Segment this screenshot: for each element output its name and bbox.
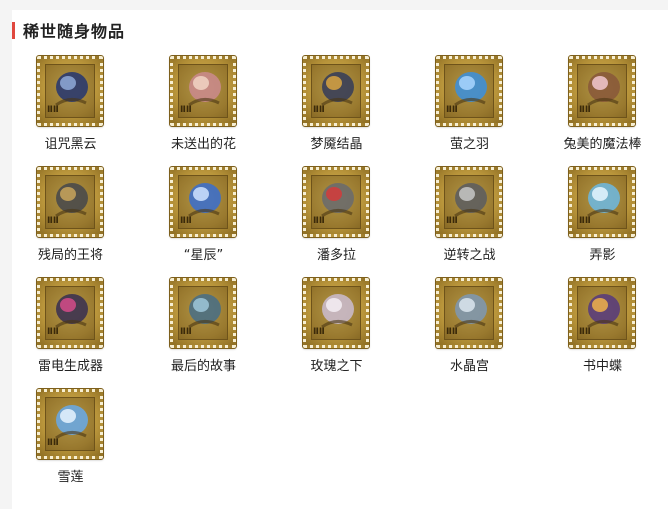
stamp-mark: ⅡⅡ xyxy=(180,216,192,226)
stamp-frame: ⅡⅡ xyxy=(568,277,636,349)
collectible-item[interactable]: ⅡⅡ 弄影 xyxy=(536,166,668,277)
stamp-frame: ⅡⅡ xyxy=(435,277,503,349)
title-accent-bar xyxy=(12,21,15,39)
stamp-frame: ⅡⅡ xyxy=(169,166,237,238)
stamp-mark: ⅡⅡ xyxy=(47,327,59,337)
item-label: 最后的故事 xyxy=(170,359,236,374)
stamp-frame: ⅡⅡ xyxy=(36,388,104,460)
item-label: 逆转之战 xyxy=(443,248,496,263)
item-label: 未送出的花 xyxy=(170,137,236,152)
stamp-mark: ⅡⅡ xyxy=(579,216,591,226)
stamp-frame: ⅡⅡ xyxy=(568,166,636,238)
collectible-item[interactable]: ⅡⅡ 兔美的魔法棒 xyxy=(536,55,668,166)
stamp-mark: ⅡⅡ xyxy=(313,216,325,226)
stamp-mark: ⅡⅡ xyxy=(446,327,458,337)
stamp-frame: ⅡⅡ xyxy=(302,166,370,238)
item-label: 书中蝶 xyxy=(582,359,622,374)
stamp-mark: ⅡⅡ xyxy=(313,105,325,115)
stamp-frame: ⅡⅡ xyxy=(36,277,104,349)
stamp-frame: ⅡⅡ xyxy=(435,55,503,127)
item-label: 萤之羽 xyxy=(449,137,489,152)
stamp-mark: ⅡⅡ xyxy=(47,216,59,226)
stamp-mark: ⅡⅡ xyxy=(313,327,325,337)
collectible-item[interactable]: ⅡⅡ “星辰” xyxy=(137,166,270,277)
item-label: “星辰” xyxy=(183,248,224,263)
collectible-item[interactable]: ⅡⅡ 逆转之战 xyxy=(403,166,536,277)
collectible-item[interactable]: ⅡⅡ 萤之羽 xyxy=(403,55,536,166)
collectible-item[interactable]: ⅡⅡ 雪莲 xyxy=(4,388,137,499)
item-label: 玫瑰之下 xyxy=(310,359,363,374)
item-label: 诅咒黑云 xyxy=(44,137,97,152)
stamp-frame: ⅡⅡ xyxy=(169,55,237,127)
collectible-item[interactable]: ⅡⅡ 雷电生成器 xyxy=(4,277,137,388)
item-label: 雷电生成器 xyxy=(37,359,103,374)
stamp-mark: ⅡⅡ xyxy=(180,327,192,337)
stamp-frame: ⅡⅡ xyxy=(435,166,503,238)
stamp-mark: ⅡⅡ xyxy=(446,105,458,115)
collectible-item[interactable]: ⅡⅡ 潘多拉 xyxy=(270,166,403,277)
collectible-item[interactable]: ⅡⅡ 玫瑰之下 xyxy=(270,277,403,388)
item-label: 梦魇结晶 xyxy=(310,137,363,152)
collectible-item[interactable]: ⅡⅡ 诅咒黑云 xyxy=(4,55,137,166)
collectible-item[interactable]: ⅡⅡ 水晶宫 xyxy=(403,277,536,388)
stamp-mark: ⅡⅡ xyxy=(47,438,59,448)
stamp-frame: ⅡⅡ xyxy=(568,55,636,127)
collectible-item[interactable]: ⅡⅡ 梦魇结晶 xyxy=(270,55,403,166)
item-label: 水晶宫 xyxy=(449,359,489,374)
stamp-frame: ⅡⅡ xyxy=(302,277,370,349)
stamp-mark: ⅡⅡ xyxy=(579,105,591,115)
item-label: 残局的王将 xyxy=(37,248,103,263)
section-header: 稀世随身物品 xyxy=(12,20,126,41)
stamp-mark: ⅡⅡ xyxy=(446,216,458,226)
stamp-frame: ⅡⅡ xyxy=(169,277,237,349)
stamp-frame: ⅡⅡ xyxy=(36,166,104,238)
collectible-item[interactable]: ⅡⅡ 最后的故事 xyxy=(137,277,270,388)
stamp-mark: ⅡⅡ xyxy=(180,105,192,115)
stamp-frame: ⅡⅡ xyxy=(302,55,370,127)
item-label: 雪莲 xyxy=(57,470,84,485)
section-title: 稀世随身物品 xyxy=(23,22,126,41)
collectible-item[interactable]: ⅡⅡ 书中蝶 xyxy=(536,277,668,388)
item-label: 弄影 xyxy=(589,248,616,263)
stamp-mark: ⅡⅡ xyxy=(579,327,591,337)
stamp-mark: ⅡⅡ xyxy=(47,105,59,115)
item-label: 潘多拉 xyxy=(316,248,356,263)
item-label: 兔美的魔法棒 xyxy=(563,137,642,152)
collectible-item[interactable]: ⅡⅡ 残局的王将 xyxy=(4,166,137,277)
stamp-frame: ⅡⅡ xyxy=(36,55,104,127)
collectible-item[interactable]: ⅡⅡ 未送出的花 xyxy=(137,55,270,166)
